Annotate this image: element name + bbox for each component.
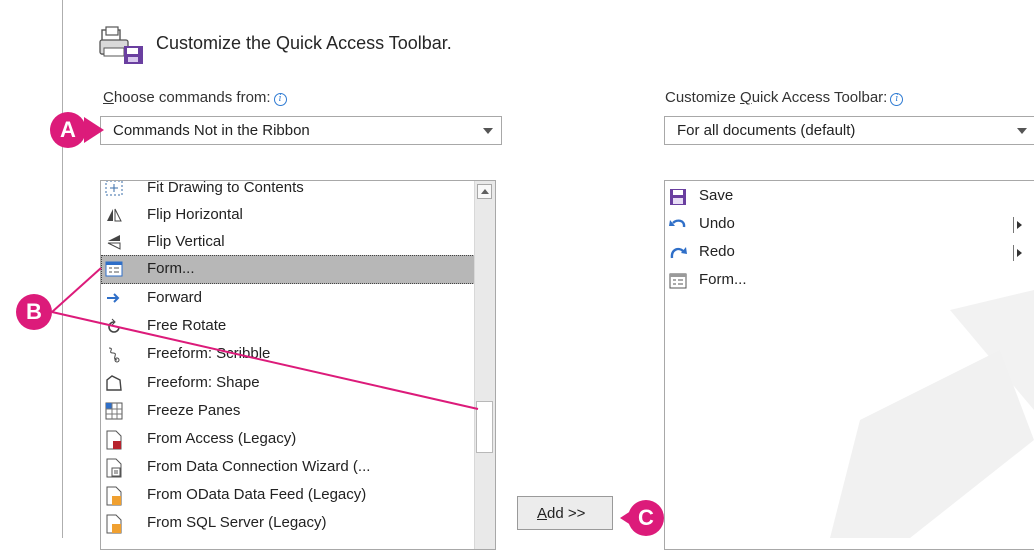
callout-a: A (50, 112, 86, 148)
callout-c: C (628, 500, 664, 536)
callout-b: B (16, 294, 52, 330)
watermark (830, 290, 1034, 538)
